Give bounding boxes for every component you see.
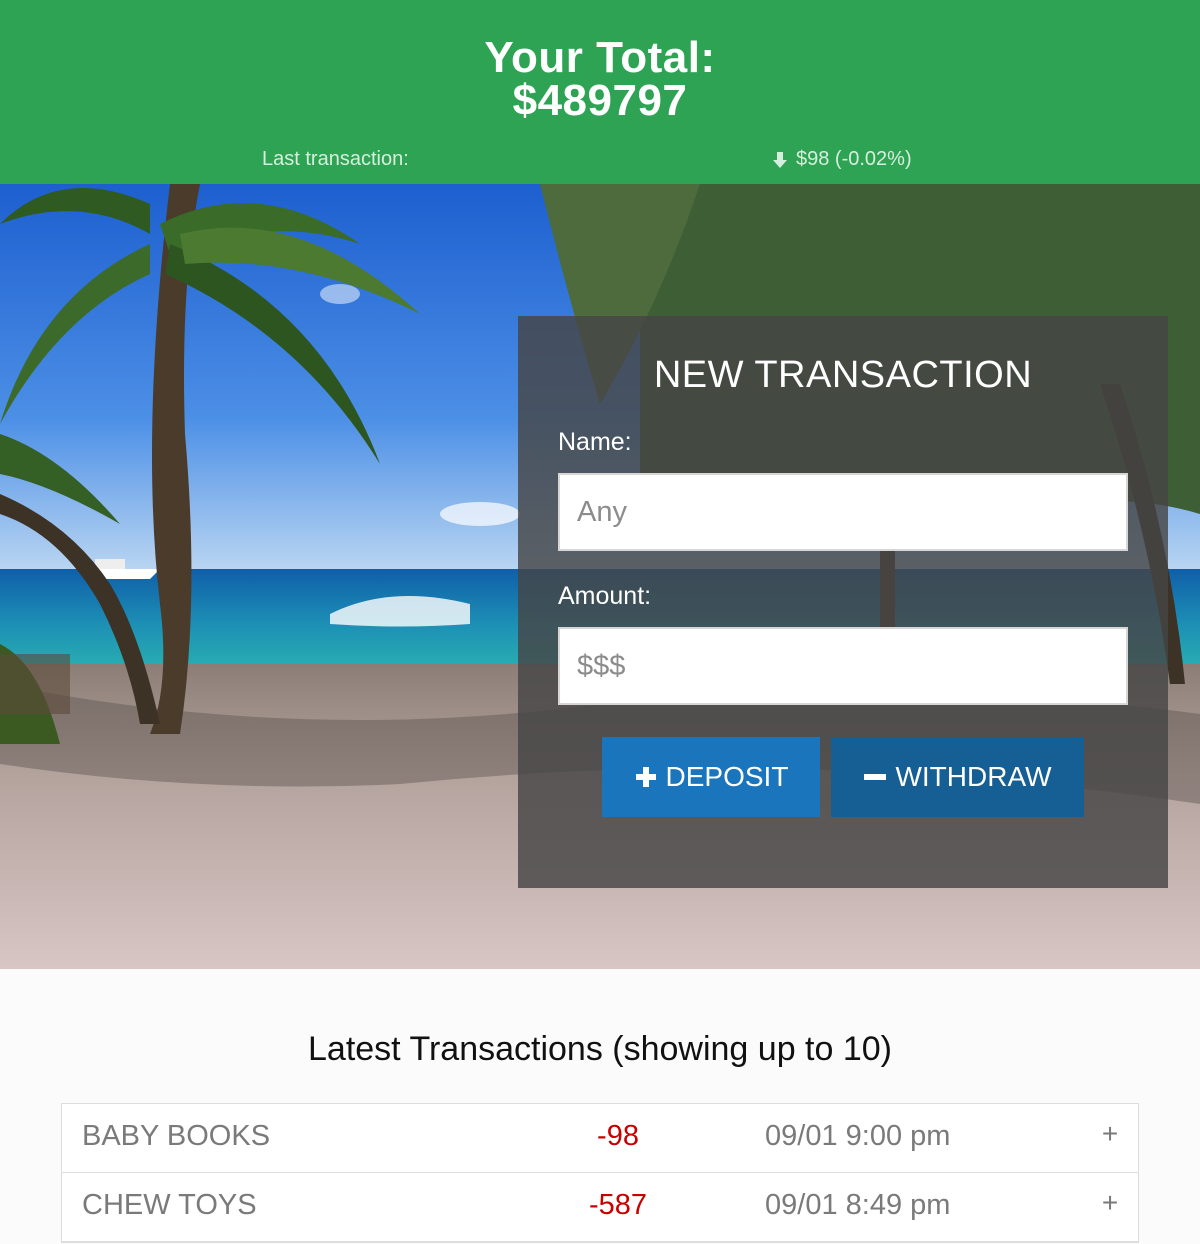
withdraw-label: WITHDRAW	[895, 761, 1052, 792]
hero-section: NEW TRANSACTION Name: Amount: DEPOSIT WI…	[0, 184, 1200, 969]
table-row: BABY BOOKS -98 09/01 9:00 pm +	[62, 1104, 1138, 1173]
transaction-amount: -587	[588, 1189, 648, 1221]
name-label: Name:	[558, 428, 632, 456]
total-header: Your Total: $489797 Last transaction: $9…	[0, 0, 1200, 184]
new-transaction-title: NEW TRANSACTION	[653, 354, 1033, 396]
transaction-date: 09/01 8:49 pm	[765, 1189, 951, 1221]
expand-icon[interactable]: +	[1098, 1118, 1122, 1149]
withdraw-button[interactable]: WITHDRAW	[831, 737, 1084, 817]
transaction-name: CHEW TOYS	[82, 1189, 257, 1221]
transaction-date: 09/01 9:00 pm	[765, 1120, 951, 1152]
last-transaction-change: $98 (-0.02%)	[770, 148, 912, 171]
amount-input[interactable]	[558, 627, 1128, 705]
deposit-button[interactable]: DEPOSIT	[602, 737, 820, 817]
new-transaction-panel: NEW TRANSACTION Name: Amount: DEPOSIT WI…	[518, 316, 1168, 888]
total-label: Your Total:	[484, 33, 716, 82]
transaction-name: BABY BOOKS	[82, 1120, 271, 1152]
table-row: CHEW TOYS -587 09/01 8:49 pm +	[62, 1173, 1138, 1242]
last-transaction-change-text: $98 (-0.02%)	[796, 148, 912, 170]
plus-icon	[635, 767, 656, 787]
transactions-table: BABY BOOKS -98 09/01 9:00 pm + CHEW TOYS…	[61, 1103, 1139, 1243]
transaction-amount: -98	[597, 1120, 639, 1152]
latest-transactions-title: Latest Transactions (showing up to 10)	[308, 1030, 892, 1068]
last-transaction-label: Last transaction:	[262, 148, 409, 170]
deposit-label: DEPOSIT	[665, 761, 789, 792]
amount-label: Amount:	[558, 582, 652, 610]
minus-icon	[864, 774, 887, 780]
expand-icon[interactable]: +	[1098, 1187, 1122, 1218]
name-input[interactable]	[558, 473, 1128, 551]
arrow-down-icon	[773, 151, 787, 168]
total-value: $489797	[512, 76, 688, 125]
